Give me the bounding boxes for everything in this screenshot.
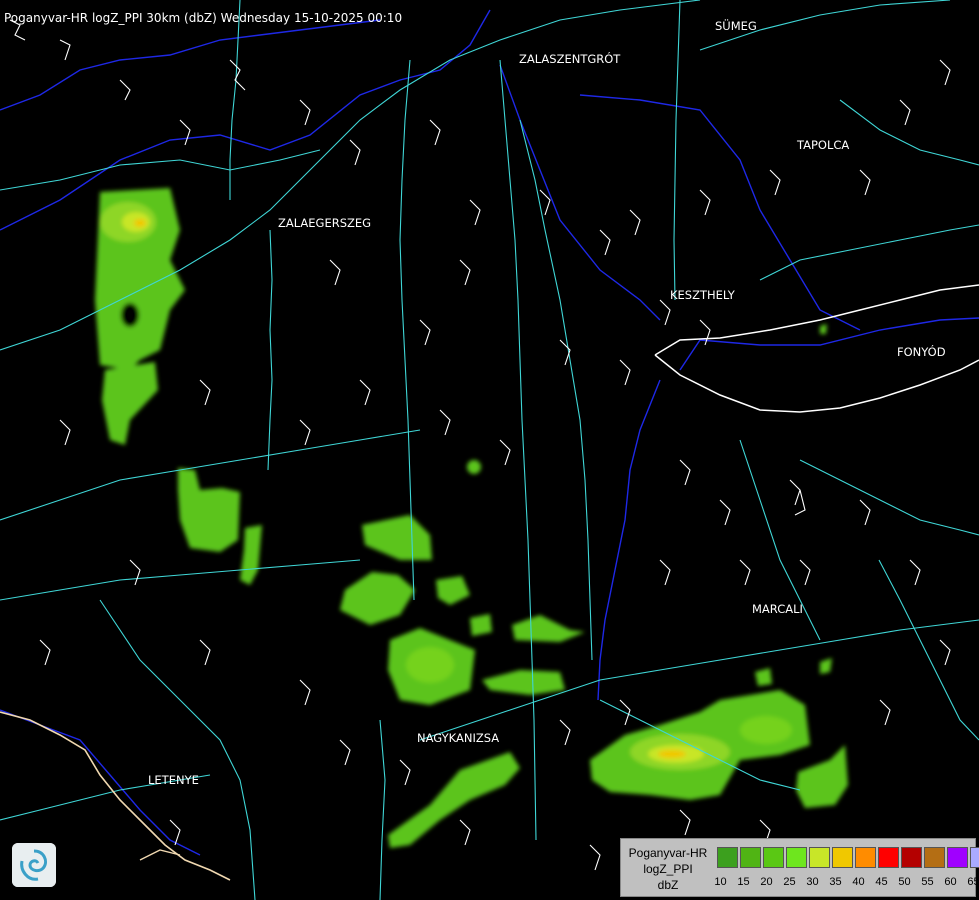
legend-title-line-1: Poganyvar-HR — [628, 846, 708, 860]
city-label-keszthely: KESZTHELY — [670, 288, 735, 302]
city-label-tapolca: TAPOLCA — [797, 138, 850, 152]
legend-tick-label: 60 — [944, 876, 957, 888]
legend-title-line-2: logZ_PPI — [643, 862, 693, 876]
rivers — [0, 9, 979, 856]
legend-swatch — [740, 847, 761, 868]
legend-tick-label: 10 — [714, 876, 727, 888]
legend-tick-label: 65 — [967, 876, 979, 888]
legend-title-line-3: dbZ — [657, 878, 679, 892]
legend-swatches — [717, 847, 979, 868]
legend-title: Poganyvar-HR logZ_PPI dbZ — [623, 845, 713, 893]
city-label-sumeg: SÜMEG — [715, 19, 757, 33]
city-label-letenye: LETENYE — [148, 773, 199, 787]
legend-tick-label: 35 — [829, 876, 842, 888]
legend-tick-label: 45 — [875, 876, 888, 888]
legend-tick-label: 15 — [737, 876, 750, 888]
city-label-marcali: MARCALI — [752, 602, 803, 616]
legend-swatch — [832, 847, 853, 868]
legend-swatch — [809, 847, 830, 868]
legend-swatch — [924, 847, 945, 868]
legend-tick-label: 20 — [760, 876, 773, 888]
map-title: Poganyvar-HR logZ_PPI 30km (dbZ) Wednesd… — [4, 11, 403, 25]
legend-swatch — [786, 847, 807, 868]
legend-swatch — [855, 847, 876, 868]
radar-map — [0, 0, 979, 900]
legend-ticks: 10152025303540455055606570 — [709, 876, 979, 888]
omsz-logo-icon — [12, 843, 56, 887]
legend-tick-label: 55 — [921, 876, 934, 888]
city-label-fonyod: FONYÓD — [897, 345, 946, 359]
legend-tick-label: 25 — [783, 876, 796, 888]
legend-swatch — [970, 847, 979, 868]
city-label-zalaszentgrot: ZALASZENTGRÓT — [519, 52, 621, 66]
city-label-nagykanizsa: NAGYKANIZSA — [417, 731, 500, 745]
legend-swatch — [947, 847, 968, 868]
legend-tick-label: 40 — [852, 876, 865, 888]
radar-echoes — [95, 188, 848, 848]
legend-swatch — [763, 847, 784, 868]
city-label-zalaegerszeg: ZALAEGERSZEG — [278, 216, 372, 230]
legend-swatch — [717, 847, 738, 868]
legend-swatch — [901, 847, 922, 868]
legend-swatch — [878, 847, 899, 868]
legend-tick-label: 30 — [806, 876, 819, 888]
legend-tick-label: 50 — [898, 876, 911, 888]
color-legend: Poganyvar-HR logZ_PPI dbZ 10 15 20 25 30 35 40… — [620, 838, 979, 897]
